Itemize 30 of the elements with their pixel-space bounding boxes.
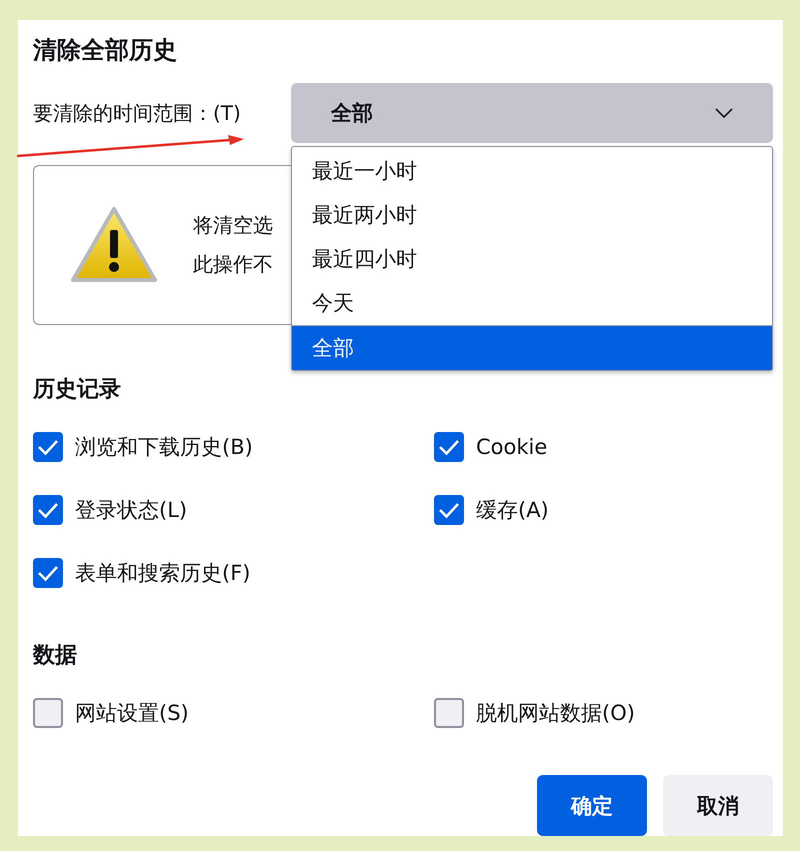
dropdown-option[interactable]: 最近两小时 (292, 193, 772, 237)
checkbox[interactable] (33, 698, 63, 728)
dialog-button[interactable]: 取消 (663, 775, 773, 836)
section-heading: 数据 (33, 642, 78, 670)
dialog-title: 清除全部历史 (33, 35, 178, 66)
dropdown-option[interactable]: 今天 (292, 281, 772, 325)
dialog-button[interactable]: 确定 (537, 775, 647, 836)
dropdown-option[interactable]: 最近四小时 (292, 237, 772, 281)
checkbox[interactable] (434, 698, 464, 728)
time-range-label: 要清除的时间范围：(T) (33, 100, 242, 126)
section-heading: 历史记录 (33, 376, 122, 404)
dropdown-option[interactable]: 最近一小时 (292, 149, 772, 193)
checkbox-label: 表单和搜索历史(F) (75, 560, 250, 586)
checkbox[interactable] (434, 494, 464, 524)
warning-icon (70, 206, 158, 284)
checkbox[interactable] (33, 558, 63, 588)
checkbox-label: 缓存(A) (476, 496, 549, 524)
checkbox-label: 登录状态(L) (75, 496, 188, 524)
checkbox[interactable] (33, 494, 63, 524)
chevron-down-icon (715, 108, 733, 118)
checkbox-label: 脱机网站数据(O) (476, 700, 635, 726)
checkbox-label: Cookie (476, 434, 548, 458)
checkbox[interactable] (434, 432, 464, 462)
warning-text: 将清空选 (193, 212, 273, 239)
warning-text: 此操作不 (193, 251, 273, 278)
dropdown-option[interactable]: 全部 (292, 325, 772, 370)
time-range-dropdown[interactable]: 全部 (291, 83, 773, 143)
checkbox-label: 浏览和下载历史(B) (75, 434, 253, 460)
checkbox[interactable] (33, 432, 63, 462)
checkbox-label: 网站设置(S) (75, 700, 189, 726)
